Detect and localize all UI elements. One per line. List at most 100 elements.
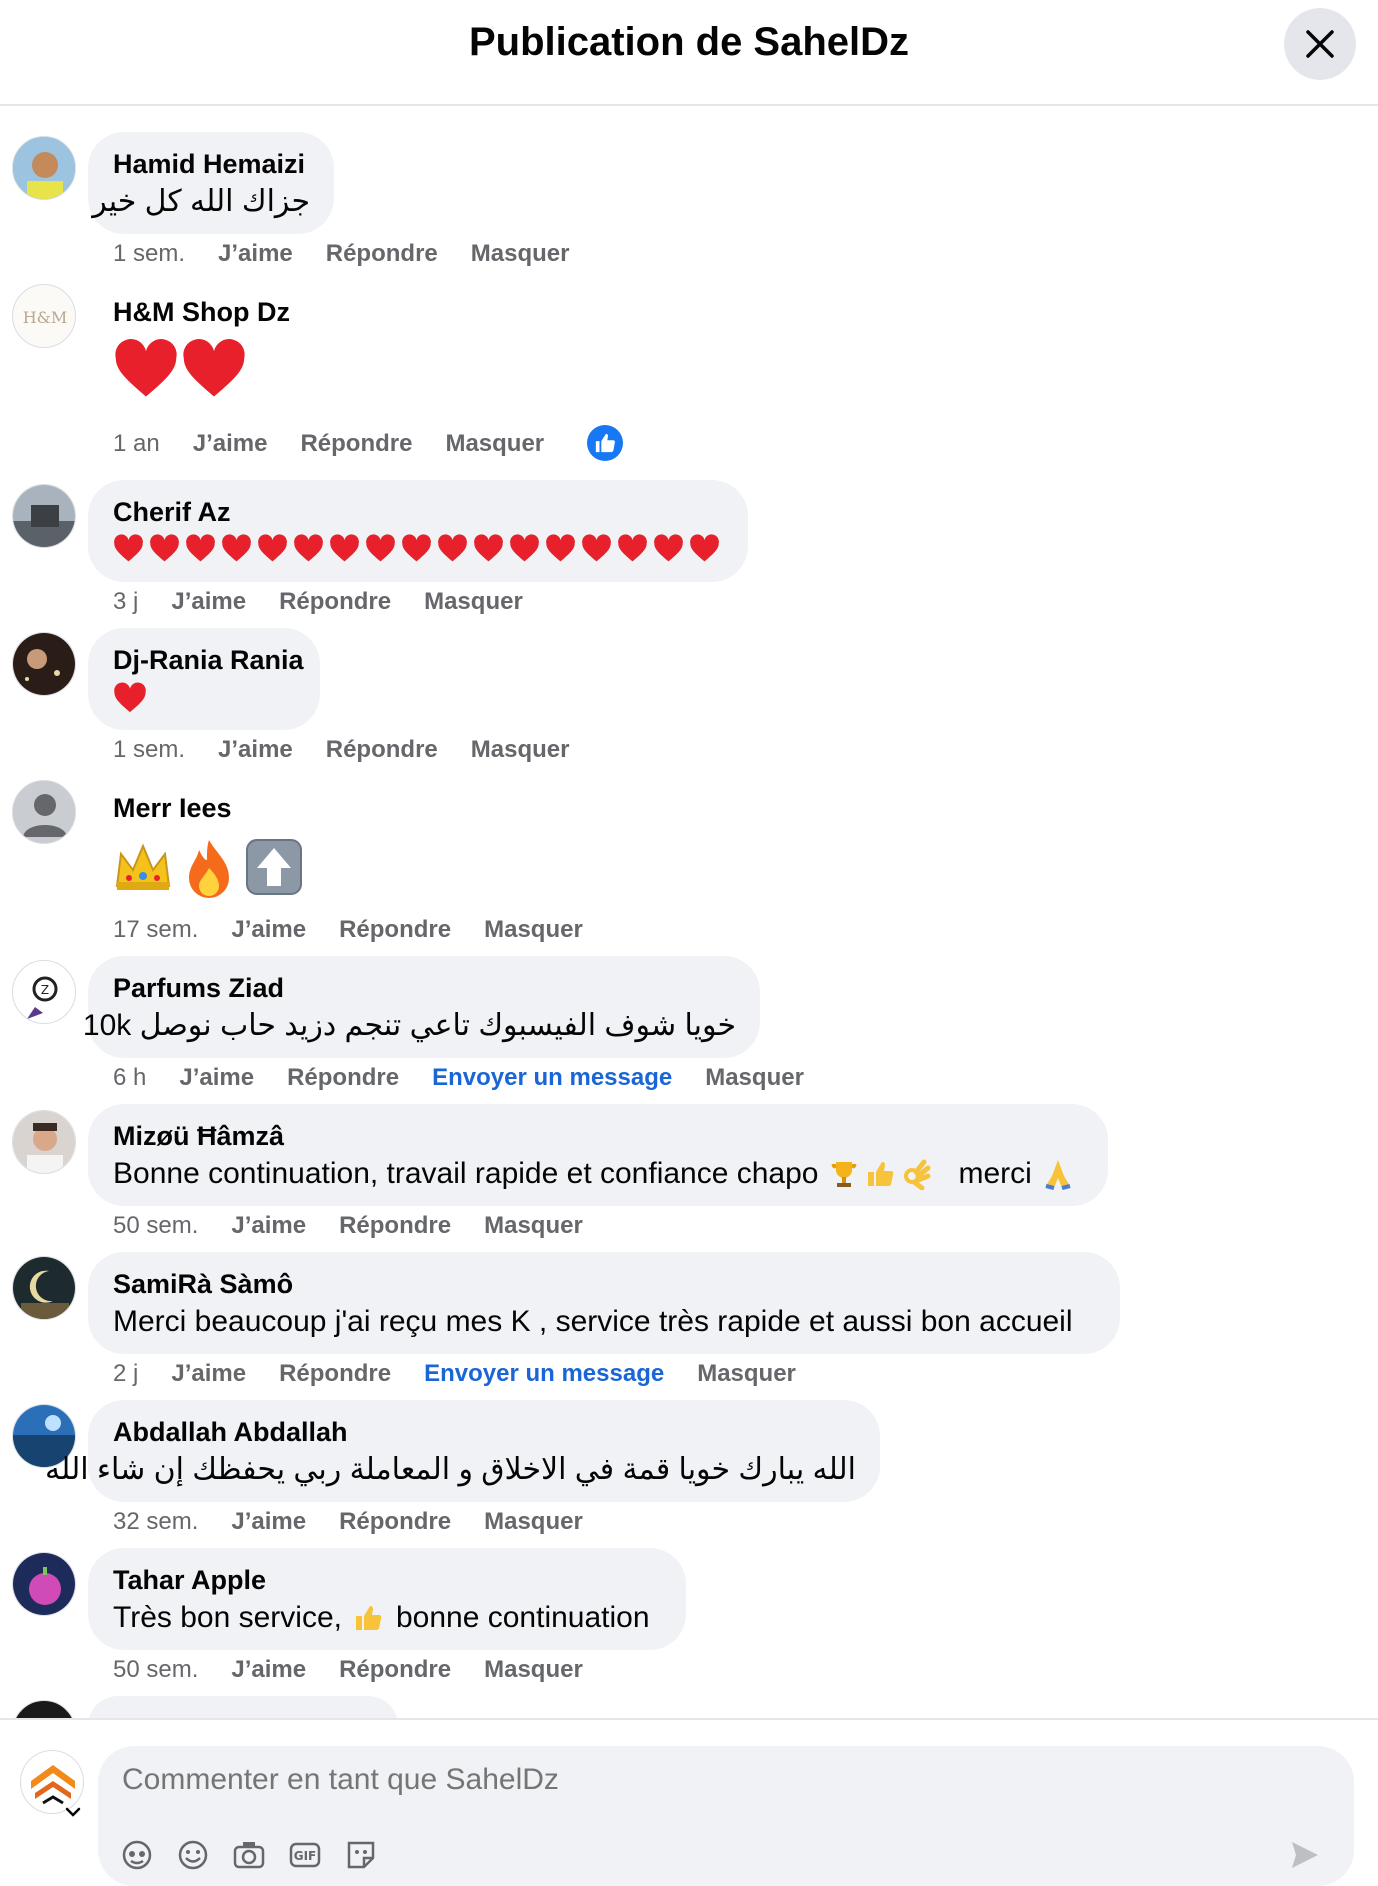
commenter-name[interactable]: Tahar Apple [113,1562,662,1598]
hide-link[interactable]: Masquer [471,736,570,764]
comment-bubble: Parfums Ziad خويا شوف الفيسبوك تاعي تنجم… [83,956,760,1058]
hide-link[interactable]: Masquer [424,588,523,616]
reply-link[interactable]: Répondre [326,240,438,268]
hide-link[interactable]: Masquer [484,1656,583,1684]
avatar-sticker-icon[interactable] [120,1838,154,1872]
commenter-name[interactable]: Merr Iees [113,790,364,826]
heart-emoji [294,534,323,562]
heart-emoji [183,339,245,397]
heart-emoji [366,534,395,562]
gif-icon[interactable]: GIF [288,1838,322,1872]
hide-link[interactable]: Masquer [471,240,570,268]
like-link[interactable]: J’aime [231,1212,306,1240]
reply-link[interactable]: Répondre [339,1656,451,1684]
hide-link[interactable]: Masquer [484,916,583,944]
avatar[interactable]: Z [12,960,76,1024]
ok-hand-emoji [904,1159,931,1190]
like-link[interactable]: J’aime [231,916,306,944]
comment-composer[interactable]: GIF [98,1746,1354,1886]
heart-emoji [222,534,251,562]
heart-emoji [114,534,143,562]
heart-emoji [582,534,611,562]
crown-emoji [115,843,171,890]
svg-text:H&M: H&M [23,308,68,327]
like-link[interactable]: J’aime [171,1360,246,1388]
reply-link[interactable]: Répondre [339,1508,451,1536]
heart-emoji [115,339,177,397]
like-link[interactable]: J’aime [193,430,268,458]
hide-link[interactable]: Masquer [484,1508,583,1536]
comment-text: Bonne continuation, travail rapide et co… [113,1154,1084,1194]
comment-actions: 3 j J’aime Répondre Masquer [113,588,523,616]
avatar[interactable]: H&M [12,284,76,348]
trophy-emoji [832,1162,857,1187]
close-button[interactable] [1284,8,1356,80]
like-link[interactable]: J’aime [218,240,293,268]
thumbs-up-emoji [868,1162,894,1186]
like-link[interactable]: J’aime [179,1064,254,1092]
page-avatar[interactable] [20,1750,84,1814]
comment-bubble: Mizøü Ħâmzâ Bonne continuation, travail … [88,1104,1108,1206]
send-message-link[interactable]: Envoyer un message [432,1064,672,1092]
chevron-down-icon[interactable] [64,1806,82,1818]
comment-bubble: Tahar Apple Très bon service, bonne cont… [88,1548,686,1650]
reply-link[interactable]: Répondre [339,916,451,944]
hide-link[interactable]: Masquer [697,1360,796,1388]
composer-toolbar: GIF [120,1838,378,1872]
heart-emoji [474,534,503,562]
comment-composer-bar: GIF [0,1718,1378,1886]
comment-text: جزاك الله كل خير [92,185,310,218]
like-link[interactable]: J’aime [218,736,293,764]
like-link[interactable]: J’aime [231,1656,306,1684]
commenter-name[interactable]: H&M Shop Dz [113,294,384,330]
comment-bubble: Dj-Rania Rania [88,628,320,730]
avatar[interactable] [12,484,76,548]
avatar[interactable] [12,136,76,200]
comment-bubble: H&M Shop Dz [88,280,408,410]
comment-actions: 1 sem. J’aime Répondre Masquer [113,240,570,268]
hide-link[interactable]: Masquer [705,1064,804,1092]
camera-icon[interactable] [232,1838,266,1872]
comment-actions: 50 sem. J’aime Répondre Masquer [113,1656,583,1684]
commenter-name[interactable]: Cherif Az [113,494,724,530]
comment-actions: 17 sem. J’aime Répondre Masquer [113,916,583,944]
emoji-icon[interactable] [176,1838,210,1872]
commenter-name[interactable]: Parfums Ziad [113,970,736,1006]
up-arrow-emoji [246,839,302,895]
comment-text: Très bon service, bonne continuation [113,1601,650,1634]
reply-link[interactable]: Répondre [279,588,391,616]
avatar[interactable] [12,632,76,696]
like-link[interactable]: J’aime [171,588,246,616]
avatar[interactable] [12,1700,76,1720]
comment-bubble: SamiRà Sàmô Merci beaucoup j'ai reçu mes… [88,1252,1120,1354]
send-message-link[interactable]: Envoyer un message [424,1360,664,1388]
reply-link[interactable]: Répondre [326,736,438,764]
thumbs-up-emoji [355,1606,382,1630]
heart-emojis [113,338,384,400]
heart-emoji [510,534,539,562]
reply-link[interactable]: Répondre [279,1360,391,1388]
commenter-name[interactable]: Mizøü Ħâmzâ [113,1118,1084,1154]
avatar[interactable] [12,1256,76,1320]
commenter-name[interactable]: SamiRà Sàmô [113,1266,1096,1302]
like-link[interactable]: J’aime [231,1508,306,1536]
reply-link[interactable]: Répondre [300,430,412,458]
hide-link[interactable]: Masquer [445,430,544,458]
commenter-name[interactable]: Abdallah Abdallah [113,1414,856,1450]
commenter-name[interactable]: Hamid Hemaizi [113,146,310,182]
reply-link[interactable]: Répondre [287,1064,399,1092]
heart-emoji [546,534,575,562]
avatar[interactable] [12,1110,76,1174]
sticker-icon[interactable] [344,1838,378,1872]
like-reaction-icon[interactable] [587,425,623,461]
comment-bubble [88,1696,398,1720]
avatar[interactable] [12,780,76,844]
send-icon[interactable] [1288,1838,1322,1872]
comment-bubble: Abdallah Abdallah الله يبارك خويا قمة في… [45,1400,880,1502]
heart-emoji [114,682,146,713]
reply-link[interactable]: Répondre [339,1212,451,1240]
comment-input[interactable] [120,1762,1024,1798]
avatar[interactable] [12,1552,76,1616]
hide-link[interactable]: Masquer [484,1212,583,1240]
commenter-name[interactable]: Dj-Rania Rania [113,642,304,678]
